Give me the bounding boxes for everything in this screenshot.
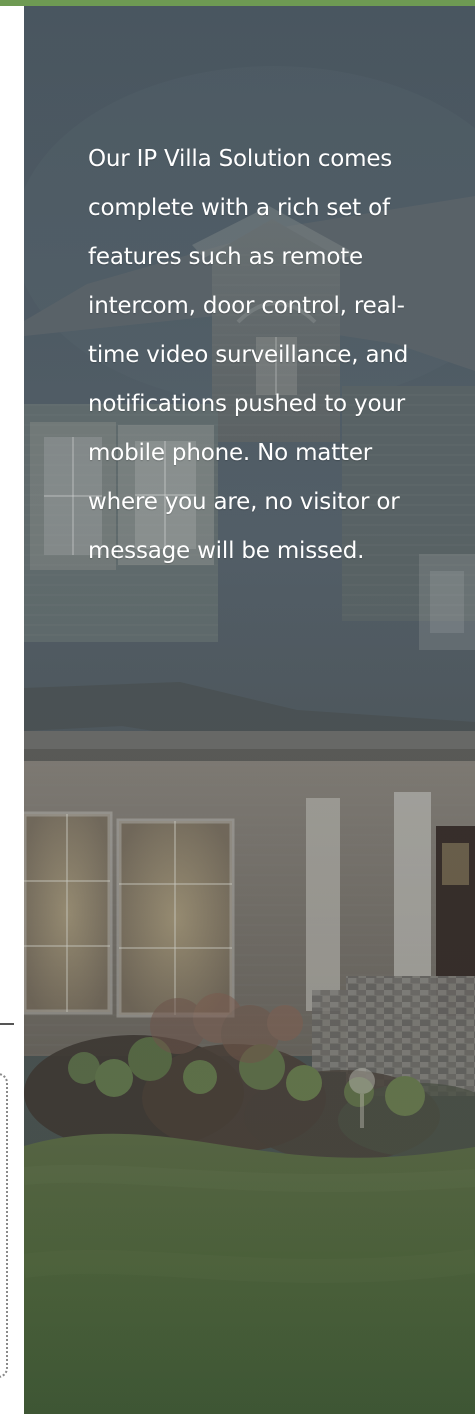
left-dotted-box: [0, 1073, 8, 1378]
solution-description: Our IP Villa Solution comes complete wit…: [88, 146, 409, 564]
left-margin: [0, 6, 24, 1414]
left-divider: [0, 1023, 14, 1025]
hero-panel: Our IP Villa Solution comes complete wit…: [24, 6, 475, 1414]
